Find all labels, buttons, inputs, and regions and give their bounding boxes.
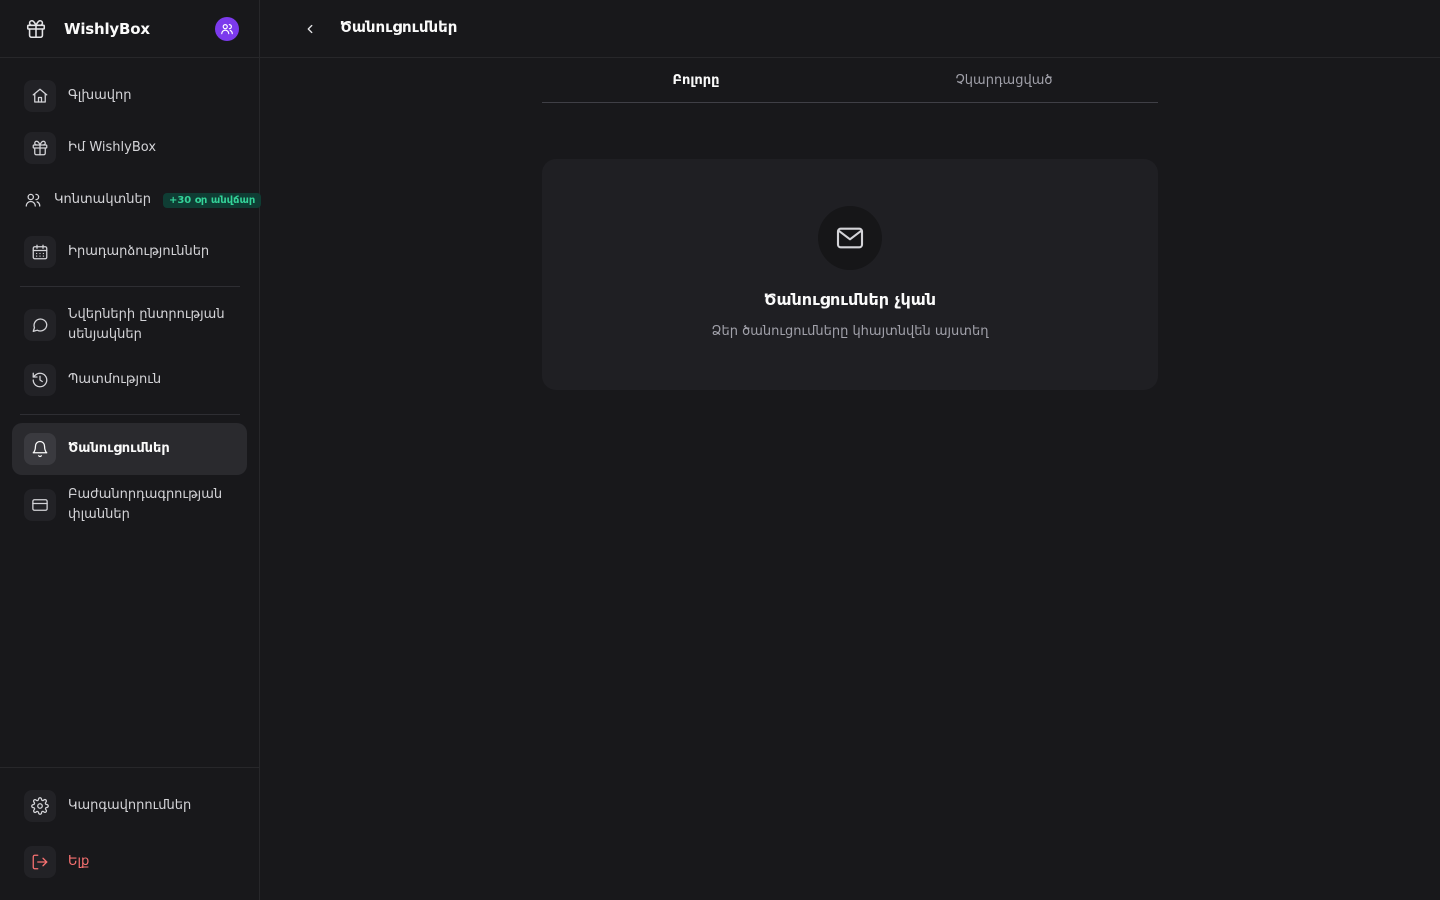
sidebar-item-label: Իմ WishlyBox xyxy=(68,140,157,155)
sidebar-item-notifications[interactable]: Ծանուցումներ xyxy=(12,423,247,475)
tab-all[interactable]: Բոլորը xyxy=(542,58,850,102)
chat-icon xyxy=(24,309,56,341)
sidebar-item-my-wishlybox[interactable]: Իմ WishlyBox xyxy=(12,132,247,164)
users-avatar-icon xyxy=(221,23,233,34)
sidebar-footer xyxy=(0,767,259,900)
gear-icon xyxy=(24,790,56,822)
sidebar-header: WishlyBox xyxy=(0,0,259,58)
home-icon xyxy=(24,80,56,112)
sidebar-item-label: Իրադարձություններ xyxy=(68,244,210,259)
sidebar-item-label: Պատմություն xyxy=(68,372,162,387)
sidebar-item-label: Կոնտակտներ xyxy=(54,192,151,207)
avatar[interactable] xyxy=(215,16,239,41)
chevron-left-icon xyxy=(307,24,313,34)
mail-icon xyxy=(818,206,882,270)
sidebar-divider xyxy=(20,414,240,415)
empty-state-title: Ծանուցումներ չկան xyxy=(763,290,937,309)
notification-tabs: Բոլորը Չկարդացված xyxy=(542,58,1158,103)
top-bar: Ծանուցումներ xyxy=(260,0,1440,58)
logout-icon xyxy=(24,846,56,878)
sidebar-item-history[interactable]: Պատմություն xyxy=(12,364,247,396)
sidebar-item-label: Գլխավոր xyxy=(68,88,132,103)
users-icon xyxy=(24,184,42,216)
bell-icon xyxy=(24,433,56,465)
brand-name[interactable]: WishlyBox xyxy=(64,20,150,38)
gift-logo-icon xyxy=(24,17,48,41)
sidebar: WishlyBox Գլխավոր Իմ WishlyBox Կոնտակտնե… xyxy=(0,0,262,900)
empty-state-subtitle: Ձեր ծանուցումները կհայտնվեն այստեղ xyxy=(711,324,989,339)
tab-unread[interactable]: Չկարդացված xyxy=(850,58,1158,102)
sidebar-item-events[interactable]: Իրադարձություններ xyxy=(12,236,247,268)
history-icon xyxy=(24,364,56,396)
sidebar-item-label: Կարգավորումներ xyxy=(68,798,192,813)
sidebar-item-label: Նվերների ընտրության սենյակներ xyxy=(68,307,225,342)
sidebar-item-subscription[interactable]: Բաժանորդագրության փլաններ xyxy=(12,485,247,525)
sidebar-item-gift-rooms[interactable]: Նվերների ընտրության սենյակներ xyxy=(12,305,247,345)
gift-icon xyxy=(24,132,56,164)
trial-badge: +30 օր անվճար xyxy=(162,192,262,208)
sidebar-item-home[interactable]: Գլխավոր xyxy=(12,80,247,112)
sidebar-item-settings[interactable]: Կարգավորումներ xyxy=(12,790,247,822)
app-root: WishlyBox Գլխավոր Իմ WishlyBox Կոնտակտնե… xyxy=(0,0,1440,900)
sidebar-divider xyxy=(20,286,240,287)
empty-state-card: Ծանուցումներ չկան Ձեր ծանուցումները կհայ… xyxy=(542,159,1158,390)
calendar-icon xyxy=(24,236,56,268)
logout-label: Ելք xyxy=(68,854,90,869)
sidebar-item-label: Բաժանորդագրության փլաններ xyxy=(68,487,223,522)
sidebar-item-contacts[interactable]: Կոնտակտներ +30 օր անվճար xyxy=(12,184,262,216)
back-button[interactable] xyxy=(300,19,320,39)
credit-card-icon xyxy=(24,489,56,521)
sidebar-item-label: Ծանուցումներ xyxy=(68,441,170,456)
page-title: Ծանուցումներ xyxy=(340,18,458,36)
logout-button[interactable]: Ելք xyxy=(12,846,247,878)
